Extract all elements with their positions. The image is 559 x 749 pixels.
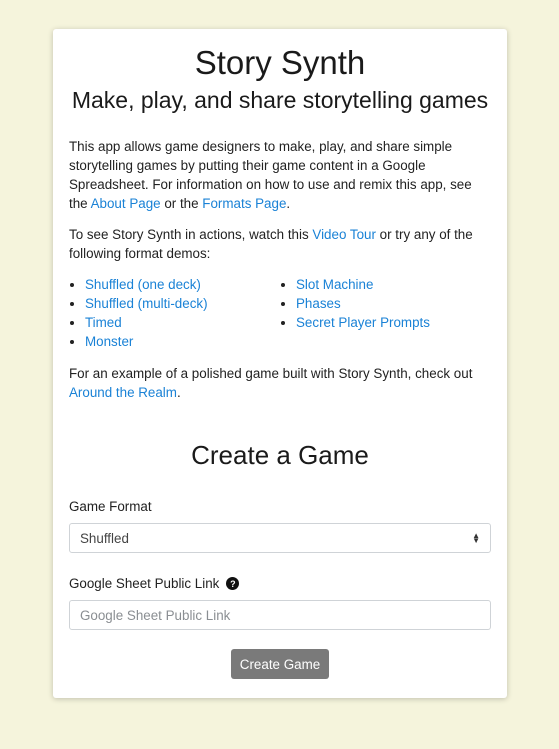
polished-example-paragraph: For an example of a polished game built …	[69, 364, 491, 402]
demo-item: Monster	[85, 332, 280, 351]
demo-link-phases[interactable]: Phases	[296, 296, 341, 311]
demo-item: Timed	[85, 313, 280, 332]
main-card: Story Synth Make, play, and share storyt…	[53, 29, 507, 698]
create-game-heading: Create a Game	[191, 440, 369, 470]
demo-item: Shuffled (one deck)	[85, 275, 280, 294]
help-icon[interactable]: ?	[226, 577, 240, 590]
sheet-link-label-row: Google Sheet Public Link ?	[69, 574, 491, 593]
polished-text-end: .	[176, 385, 181, 400]
button-row: Create Game	[69, 649, 491, 679]
intro-text-between: or the	[160, 196, 203, 211]
around-the-realm-link[interactable]: Around the Realm	[69, 385, 177, 400]
create-game-button[interactable]: Create Game	[231, 649, 329, 679]
intro-text-end: .	[286, 196, 291, 211]
page-title: Story Synth	[194, 44, 366, 81]
demo-link-secret-player-prompts[interactable]: Secret Player Prompts	[296, 315, 430, 330]
demo-link-timed[interactable]: Timed	[85, 315, 122, 330]
demo-item: Phases	[296, 294, 491, 313]
video-tour-link[interactable]: Video Tour	[312, 227, 376, 242]
demos-text: To see Story Synth in actions, watch thi…	[69, 227, 313, 242]
demo-list: Shuffled (one deck) Shuffled (multi-deck…	[69, 275, 491, 351]
demo-item: Shuffled (multi-deck)	[85, 294, 280, 313]
game-format-label: Game Format	[69, 499, 152, 514]
game-format-value: Shuffled	[80, 530, 129, 546]
demos-paragraph: To see Story Synth in actions, watch thi…	[69, 225, 491, 263]
demo-link-monster[interactable]: Monster	[85, 334, 133, 349]
page-subtitle: Make, play, and share storytelling games	[71, 87, 489, 113]
demo-item: Slot Machine	[296, 275, 491, 294]
select-arrows-icon: ▲ ▼	[472, 531, 480, 545]
demo-link-shuffled-one-deck[interactable]: Shuffled (one deck)	[85, 277, 201, 292]
intro-paragraph: This app allows game designers to make, …	[69, 137, 491, 213]
formats-page-link[interactable]: Formats Page	[202, 196, 286, 211]
game-format-select[interactable]: Shuffled ▲ ▼	[69, 523, 491, 553]
polished-text: For an example of a polished game built …	[69, 366, 473, 381]
demo-link-shuffled-multi-deck[interactable]: Shuffled (multi-deck)	[85, 296, 208, 311]
demo-list-left: Shuffled (one deck) Shuffled (multi-deck…	[69, 275, 280, 351]
demo-item: Secret Player Prompts	[296, 313, 491, 332]
sheet-link-label: Google Sheet Public Link	[69, 576, 220, 591]
sheet-link-input[interactable]	[69, 600, 491, 630]
demo-link-slot-machine[interactable]: Slot Machine	[296, 277, 373, 292]
about-page-link[interactable]: About Page	[91, 196, 161, 211]
demo-list-right: Slot Machine Phases Secret Player Prompt…	[280, 275, 491, 351]
